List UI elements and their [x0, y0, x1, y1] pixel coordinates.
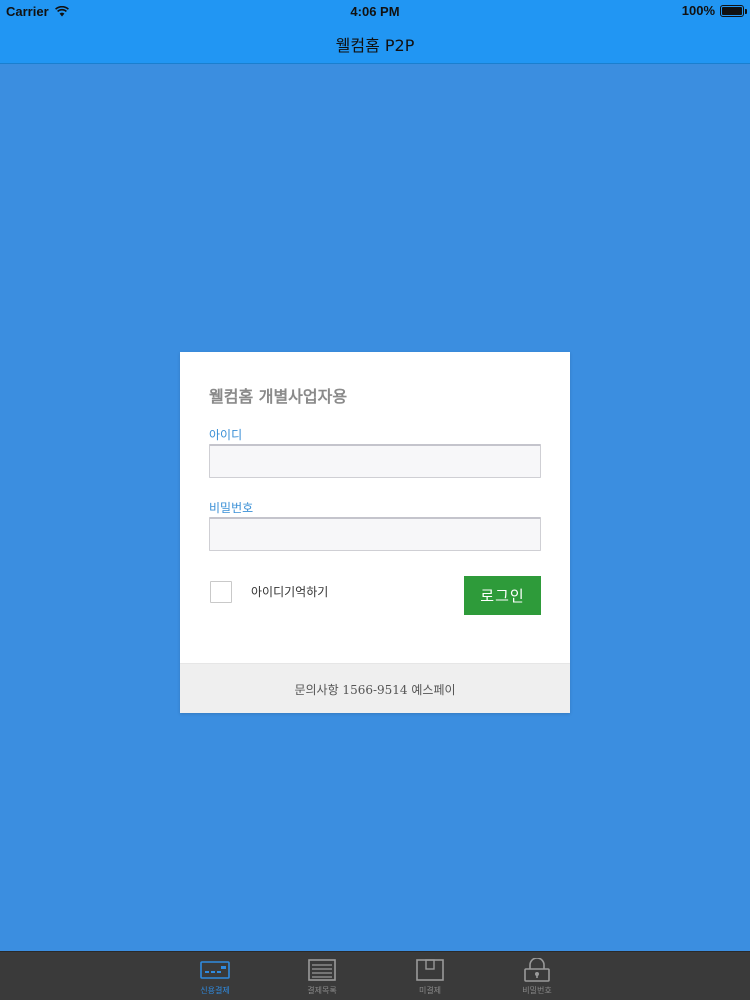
remember-id-label[interactable]: 아이디기억하기	[251, 583, 328, 600]
tab-credit-payment[interactable]: 신용결제	[175, 958, 255, 996]
battery-percent: 100%	[681, 3, 715, 18]
pending-box-icon	[416, 959, 444, 981]
id-label: 아이디	[209, 428, 243, 442]
navigation-bar: 웰컴홈 P2P	[0, 22, 750, 64]
tab-label: 비밀번호	[522, 986, 552, 995]
tab-label: 미결제	[418, 986, 442, 995]
password-input[interactable]	[209, 517, 541, 551]
contact-info: 문의사항 1566-9514 예스페이	[294, 683, 456, 697]
battery-icon	[720, 4, 747, 17]
tab-password[interactable]: 비밀번호	[497, 958, 577, 996]
tab-bar: 신용결제 결제목록 미결제 비밀번호	[0, 951, 750, 1000]
login-button[interactable]: 로그인	[464, 576, 541, 615]
card-reader-icon	[200, 961, 230, 979]
remember-id-checkbox[interactable]	[210, 581, 232, 603]
tab-label: 신용결제	[200, 986, 230, 995]
tab-label: 결제목록	[307, 986, 337, 995]
lock-icon	[524, 958, 550, 982]
clock: 4:06 PM	[350, 4, 400, 19]
tab-payment-list[interactable]: 결제목록	[282, 958, 362, 996]
tab-unpaid[interactable]: 미결제	[390, 958, 470, 996]
receipt-list-icon	[308, 959, 336, 981]
card-footer: 문의사항 1566-9514 예스페이	[180, 663, 570, 713]
battery-indicator: 100%	[681, 3, 747, 18]
password-label: 비밀번호	[209, 501, 254, 515]
id-input[interactable]	[209, 444, 541, 478]
login-card-title: 웰컴홈 개별사업자용	[209, 387, 348, 406]
status-bar: Carrier 4:06 PM 100%	[0, 0, 750, 22]
login-card: 웰컴홈 개별사업자용 아이디 비밀번호 아이디기억하기 로그인 문의사항 156…	[180, 352, 570, 713]
page-title: 웰컴홈 P2P	[335, 36, 415, 55]
